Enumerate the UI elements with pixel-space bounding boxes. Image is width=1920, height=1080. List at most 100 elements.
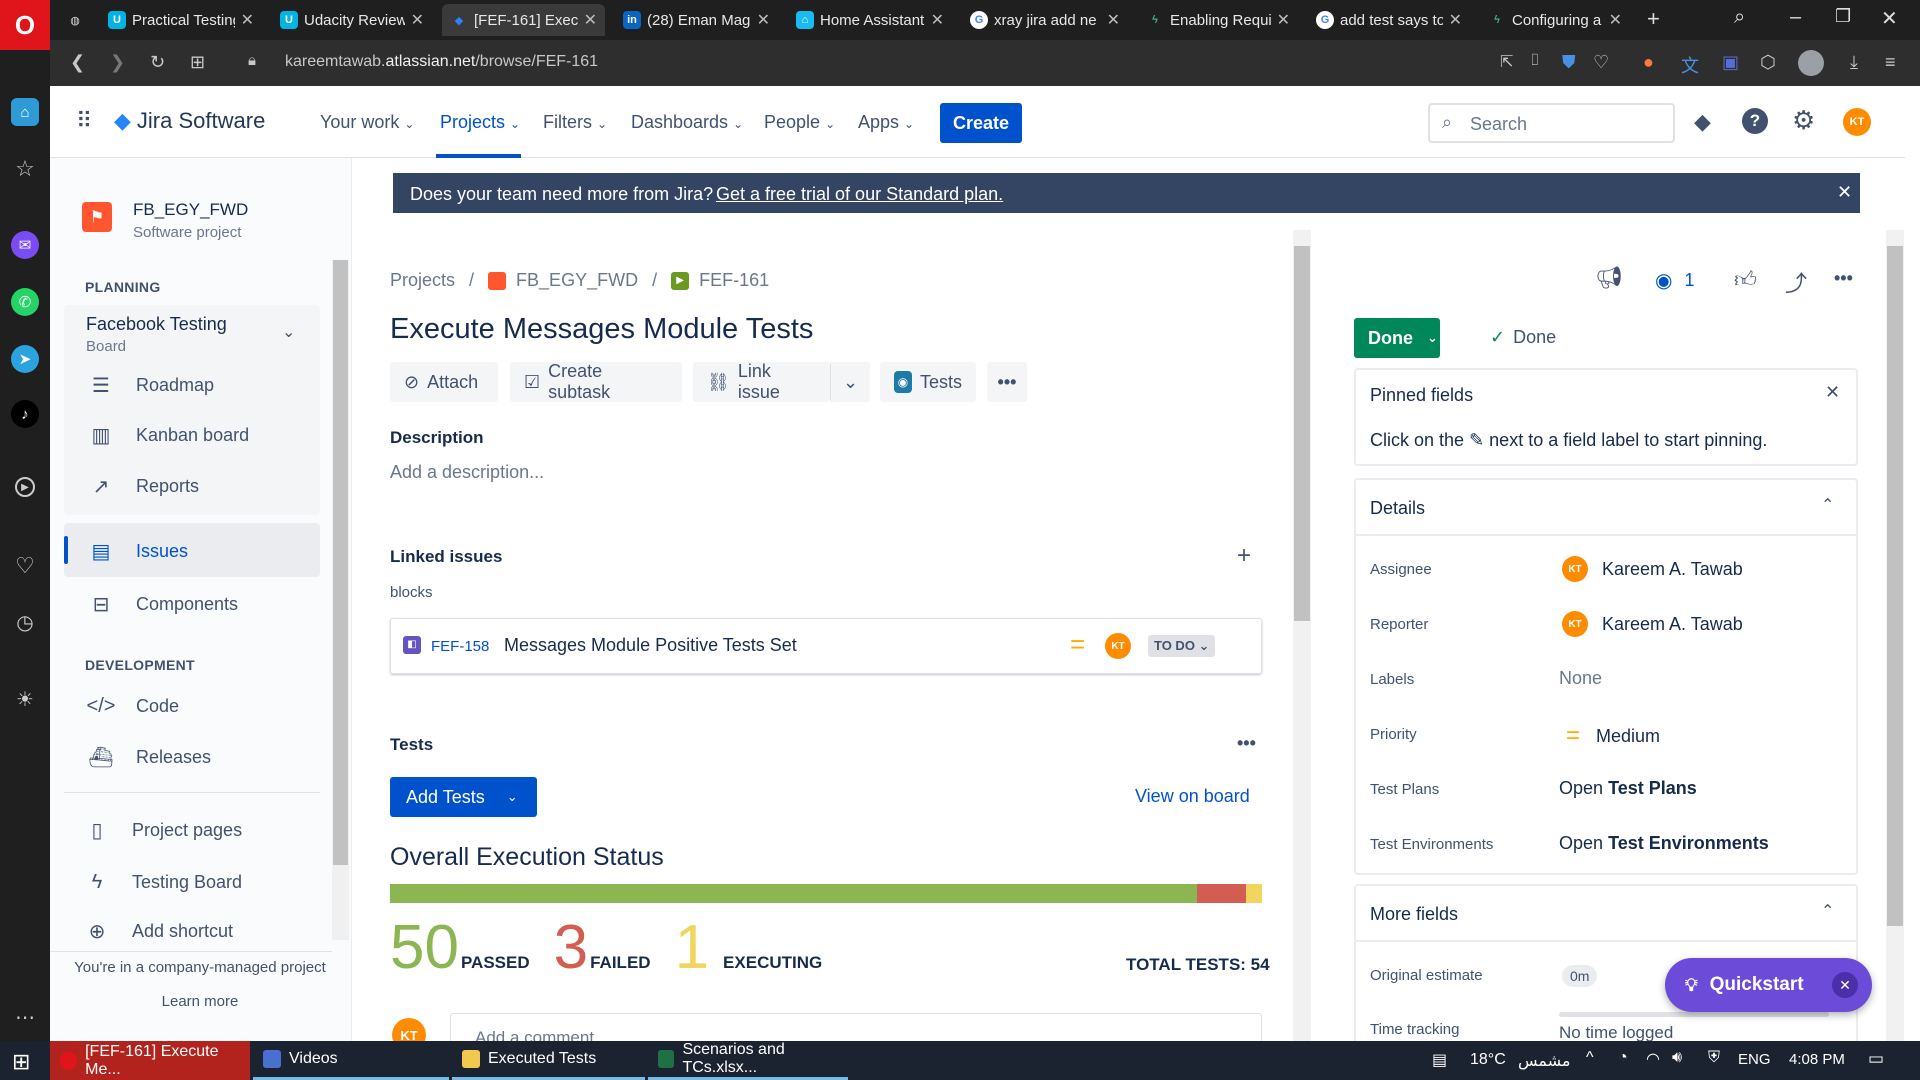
- breadcrumb-project[interactable]: FB_EGY_FWD: [516, 270, 638, 291]
- sidebar-item-reports[interactable]: ↗ Reports: [64, 461, 320, 511]
- sidebar-item-testing-board[interactable]: ϟ Testing Board: [60, 857, 316, 907]
- bar-executing[interactable]: [1245, 884, 1262, 903]
- browser-tab[interactable]: U Udacity Reviews ✕: [272, 4, 432, 36]
- network-icon[interactable]: ◔: [1618, 1049, 1628, 1067]
- browser-tab[interactable]: ⌂ Home Assistant ✕: [788, 4, 952, 36]
- banner-close-icon[interactable]: ✕: [1837, 182, 1852, 203]
- browser-tab[interactable]: in (28) Eman Mag ✕: [615, 4, 778, 36]
- windows-start-icon[interactable]: ⊞: [12, 1049, 30, 1075]
- test-plans-value[interactable]: Open Test Plans: [1559, 778, 1697, 799]
- settings-icon[interactable]: ⚙: [1792, 105, 1815, 136]
- time-tracking-value[interactable]: No time logged: [1559, 1023, 1673, 1043]
- nav-dashboards[interactable]: Dashboards ⌄: [631, 112, 743, 133]
- nav-people[interactable]: People ⌄: [764, 112, 835, 133]
- whatsapp-icon[interactable]: ✆: [11, 288, 39, 316]
- watchers-button[interactable]: ◉ 1: [1655, 268, 1694, 293]
- attach-button[interactable]: ⊘ Attach: [390, 362, 498, 402]
- home-icon[interactable]: ⌂: [11, 98, 39, 126]
- view-on-board-link[interactable]: View on board: [1135, 786, 1250, 807]
- tab-close-icon[interactable]: ✕: [931, 10, 944, 30]
- extension2-icon[interactable]: ▣: [1722, 52, 1739, 73]
- extension-icon[interactable]: ●: [1643, 52, 1654, 73]
- telegram-icon[interactable]: ➤: [11, 345, 39, 373]
- close-window-button[interactable]: ✕: [1881, 6, 1898, 31]
- heart-address-icon[interactable]: ♡: [1593, 52, 1609, 73]
- sidebar-item-kanban[interactable]: ▥ Kanban board: [64, 410, 320, 460]
- tiktok-icon[interactable]: ♪: [11, 400, 39, 428]
- bookmark-icon[interactable]: ☆: [11, 155, 39, 183]
- breadcrumb-issue-key[interactable]: FEF-161: [699, 270, 769, 291]
- weather-icon[interactable]: ▤: [1432, 1050, 1447, 1070]
- url-field[interactable]: kareemtawab.atlassian.net/browse/FEF-161: [285, 53, 598, 71]
- tab-close-icon[interactable]: ✕: [241, 10, 254, 30]
- back-button[interactable]: ❮: [70, 52, 85, 73]
- new-tab-button[interactable]: +: [1647, 6, 1660, 32]
- forward-button[interactable]: ❯: [110, 52, 125, 73]
- more-actions-button[interactable]: •••: [987, 362, 1027, 402]
- priority-value[interactable]: = Medium: [1566, 722, 1660, 750]
- tab-close-icon[interactable]: ✕: [1609, 10, 1622, 30]
- history-icon[interactable]: ◷: [11, 608, 39, 636]
- menu-icon[interactable]: ≡: [1885, 52, 1896, 73]
- notification-center-icon[interactable]: ▭: [1868, 1049, 1884, 1069]
- banner-link[interactable]: Get a free trial of our Standard plan.: [716, 184, 1003, 205]
- player-icon[interactable]: ▶: [15, 477, 35, 497]
- nav-projects[interactable]: Projects ⌄: [440, 112, 520, 133]
- sidebar-item-project-pages[interactable]: ▯ Project pages: [60, 805, 316, 855]
- megaphone-icon[interactable]: 📢︎: [1595, 265, 1623, 291]
- more-options-icon[interactable]: •••: [1834, 268, 1853, 289]
- tray-chevron-icon[interactable]: ^: [1586, 1049, 1594, 1067]
- sidebar-item-issues[interactable]: ▤ Issues: [64, 526, 320, 576]
- create-subtask-button[interactable]: ☑ Create subtask: [510, 361, 682, 402]
- tests-more-icon[interactable]: •••: [1237, 733, 1256, 754]
- learn-more-link[interactable]: Learn more: [50, 993, 350, 1010]
- user-avatar[interactable]: KT: [1843, 108, 1871, 136]
- nav-your-work[interactable]: Your work ⌄: [320, 112, 414, 133]
- sidebar-item-components[interactable]: ⊟ Components: [64, 579, 320, 629]
- weather-text[interactable]: مشمس: [1518, 1051, 1571, 1071]
- reporter-value[interactable]: KT Kareem A. Tawab: [1562, 611, 1743, 637]
- browser-tab[interactable]: ◍: [58, 4, 88, 36]
- volume-icon[interactable]: 🔊︎: [1672, 1049, 1682, 1067]
- tab-close-icon[interactable]: ✕: [1277, 10, 1290, 30]
- taskbar-item-folder[interactable]: Executed Tests: [452, 1041, 645, 1080]
- execution-status-bar[interactable]: [390, 884, 1262, 903]
- pinned-close-icon[interactable]: ✕: [1825, 382, 1840, 403]
- taskbar-item-videos[interactable]: Videos: [253, 1041, 449, 1080]
- taskbar-item-excel[interactable]: Scenarios and TCs.xlsx...: [648, 1041, 848, 1080]
- browser-tab[interactable]: ϟ Enabling Requir ✕: [1138, 4, 1298, 36]
- translate-icon[interactable]: 文: [1681, 52, 1699, 78]
- shield-icon[interactable]: ⛊: [1562, 52, 1576, 73]
- browser-tab[interactable]: ◆ [FEF-161] Execu ✕: [442, 4, 605, 36]
- minimize-button[interactable]: –: [1790, 6, 1801, 29]
- browser-tab[interactable]: U Practical Testing ✕: [100, 4, 262, 36]
- breadcrumb-projects[interactable]: Projects: [390, 270, 455, 291]
- link-issue-button[interactable]: ⛓ Link issue: [693, 361, 830, 402]
- main-scrollbar-thumb[interactable]: [1294, 246, 1310, 621]
- browser-tab[interactable]: Gxray jira add ne ✕: [962, 4, 1128, 36]
- nav-filters[interactable]: Filters ⌄: [543, 112, 607, 133]
- search-input[interactable]: ⌕ Search: [1428, 103, 1675, 143]
- wifi-icon[interactable]: ◠: [1646, 1049, 1660, 1069]
- linked-status-lozenge[interactable]: TO DO ⌄: [1148, 635, 1216, 657]
- linked-issue-row[interactable]: ◧ FEF-158 Messages Module Positive Tests…: [390, 618, 1262, 674]
- bulb-icon[interactable]: ☀: [11, 685, 39, 713]
- cube-icon[interactable]: ⬡: [1760, 52, 1776, 73]
- heart-icon[interactable]: ♡: [11, 552, 39, 580]
- camera-icon[interactable]: ⌷: [1530, 52, 1540, 70]
- bar-failed[interactable]: [1197, 884, 1246, 903]
- link-dropdown-button[interactable]: ⌄: [830, 362, 870, 402]
- tab-close-icon[interactable]: ✕: [1107, 10, 1120, 30]
- app-switcher-icon[interactable]: ⠿: [76, 110, 92, 132]
- right-panel-scrollbar-thumb[interactable]: [1887, 246, 1903, 926]
- help-icon[interactable]: ?: [1742, 108, 1768, 134]
- tab-close-icon[interactable]: ✕: [584, 10, 597, 30]
- tab-close-icon[interactable]: ✕: [757, 10, 770, 30]
- sidebar-item-add-shortcut[interactable]: ⊕ Add shortcut: [60, 906, 316, 956]
- sidebar-item-roadmap[interactable]: ☰ Roadmap: [64, 360, 320, 410]
- nav-apps[interactable]: Apps ⌄: [858, 112, 914, 133]
- description-field[interactable]: Add a description...: [390, 462, 544, 483]
- language-indicator[interactable]: ENG: [1738, 1051, 1771, 1068]
- test-env-value[interactable]: Open Test Environments: [1559, 833, 1769, 854]
- send-icon[interactable]: ⇱: [1500, 52, 1513, 72]
